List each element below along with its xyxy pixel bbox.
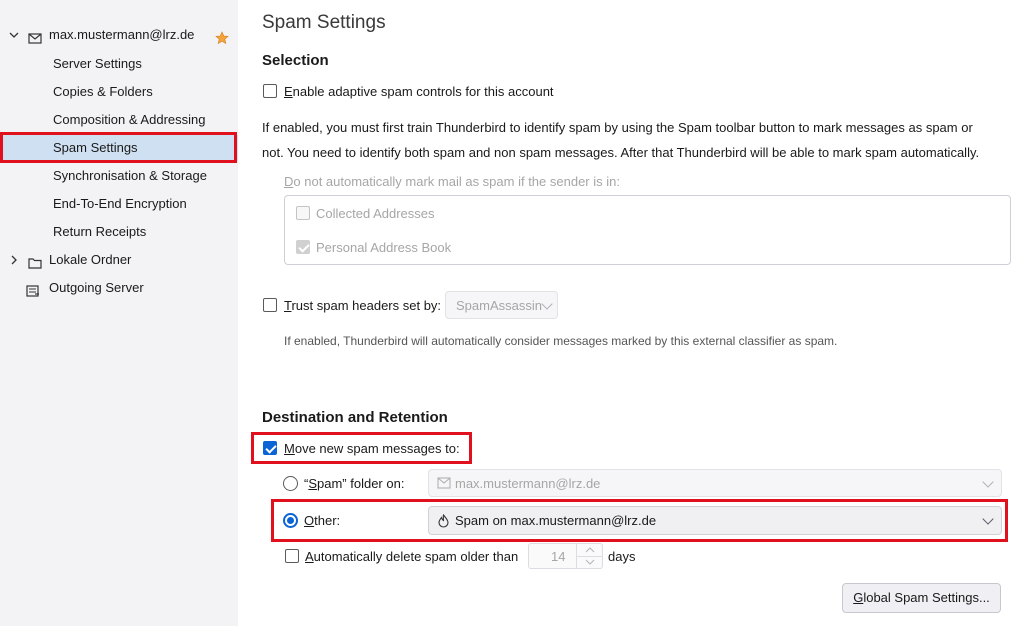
auto-delete-checkbox[interactable] <box>285 549 299 563</box>
sidebar-item-spam-settings[interactable]: Spam Settings <box>0 135 238 161</box>
move-spam-label[interactable]: Move new spam messages to: <box>284 441 460 456</box>
sidebar-item-copies-folders[interactable]: Copies & Folders <box>0 79 238 105</box>
star-icon <box>215 28 229 45</box>
spam-folder-icon <box>437 513 450 531</box>
folder-icon <box>28 253 42 269</box>
spam-folder-account-select[interactable]: max.mustermann@lrz.de <box>428 469 1002 497</box>
enable-adaptive-label[interactable]: Enable adaptive spam controls for this a… <box>284 84 554 99</box>
page-title: Spam Settings <box>262 12 386 33</box>
adaptive-description-line2: not. You need to identify both spam and … <box>262 145 980 160</box>
adaptive-description-line1: If enabled, you must first train Thunder… <box>262 120 973 135</box>
trust-headers-label[interactable]: Trust spam headers set by: <box>284 298 441 313</box>
trust-headers-select[interactable]: SpamAssassin <box>445 291 558 319</box>
sidebar-item-outgoing-server[interactable]: Outgoing Server <box>0 275 238 301</box>
auto-delete-label[interactable]: Automatically delete spam older than <box>305 549 518 564</box>
other-folder-radio[interactable] <box>283 513 298 528</box>
spam-folder-radio[interactable] <box>283 476 298 491</box>
sidebar-item-synchronisation[interactable]: Synchronisation & Storage <box>0 163 238 189</box>
collected-addresses-label: Collected Addresses <box>316 206 435 221</box>
spam-folder-label[interactable]: “Spam” folder on: <box>304 476 404 491</box>
sidebar-item-local-folders[interactable]: Lokale Ordner <box>0 247 238 273</box>
sidebar-item-composition[interactable]: Composition & Addressing <box>0 107 238 133</box>
account-sidebar: max.mustermann@lrz.de Server Settings Co… <box>0 0 238 626</box>
chevron-right-icon[interactable] <box>7 247 21 273</box>
account-name: max.mustermann@lrz.de <box>49 27 195 42</box>
chevron-down-icon <box>982 513 994 525</box>
personal-address-book-label: Personal Address Book <box>316 240 452 255</box>
personal-address-book-checkbox[interactable] <box>296 240 310 254</box>
chevron-down-icon[interactable] <box>7 22 21 48</box>
trust-headers-checkbox[interactable] <box>263 298 277 312</box>
collected-addresses-checkbox[interactable] <box>296 206 310 220</box>
account-row[interactable]: max.mustermann@lrz.de <box>0 22 238 48</box>
mail-account-icon <box>28 28 42 44</box>
enable-adaptive-checkbox[interactable] <box>263 84 277 98</box>
spin-down-button[interactable] <box>576 556 603 568</box>
sidebar-item-return-receipts[interactable]: Return Receipts <box>0 219 238 245</box>
sidebar-item-server-settings[interactable]: Server Settings <box>0 51 238 77</box>
mail-account-icon <box>437 477 451 492</box>
other-folder-select[interactable]: Spam on max.mustermann@lrz.de <box>428 506 1002 535</box>
days-label: days <box>608 549 636 564</box>
chevron-down-icon <box>982 476 994 488</box>
destination-heading: Destination and Retention <box>262 409 448 426</box>
whitelist-label: Do not automatically mark mail as spam i… <box>284 174 620 189</box>
selection-heading: Selection <box>262 52 329 69</box>
global-spam-settings-button[interactable]: Global Spam Settings... <box>842 583 1001 613</box>
outgoing-server-icon <box>26 281 40 297</box>
trust-headers-description: If enabled, Thunderbird will automatical… <box>284 334 838 348</box>
sidebar-item-e2e-encryption[interactable]: End-To-End Encryption <box>0 191 238 217</box>
other-folder-label[interactable]: Other: <box>304 513 340 528</box>
move-spam-checkbox[interactable] <box>263 441 277 455</box>
chevron-down-icon <box>541 298 553 310</box>
auto-delete-days-input[interactable]: 14 <box>528 543 603 569</box>
